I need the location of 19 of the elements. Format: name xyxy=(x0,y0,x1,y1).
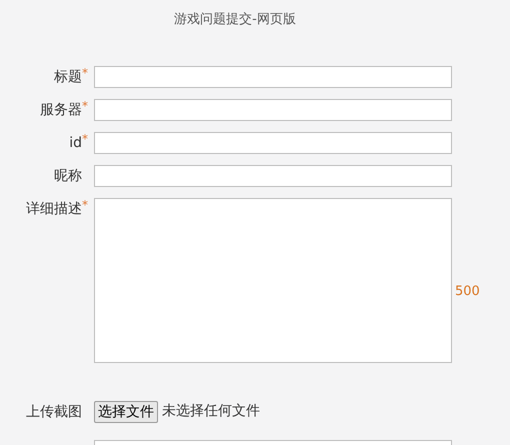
field-label: 上传截图 xyxy=(26,402,82,422)
required-mark: * xyxy=(82,198,89,212)
character-counter: 500 xyxy=(455,282,480,300)
page-title: 游戏问题提交-网页版 xyxy=(174,11,296,29)
input-field[interactable] xyxy=(94,98,452,120)
field-label: 昵称 xyxy=(54,166,82,186)
input-field[interactable] xyxy=(94,66,452,88)
description-field[interactable] xyxy=(94,198,452,362)
field-label: 详细描述 xyxy=(26,200,82,218)
input-field[interactable] xyxy=(94,132,452,154)
required-mark: * xyxy=(82,132,89,146)
choose-file-button[interactable]: 选择文件 xyxy=(94,400,158,422)
file-status: 未选择任何文件 xyxy=(162,402,260,421)
field-label: 服务器 xyxy=(40,100,82,120)
required-mark: * xyxy=(82,66,89,80)
required-mark: * xyxy=(82,98,89,112)
field-label: id xyxy=(69,134,82,152)
input-field[interactable] xyxy=(94,164,452,186)
field-label: 标题 xyxy=(54,68,82,86)
